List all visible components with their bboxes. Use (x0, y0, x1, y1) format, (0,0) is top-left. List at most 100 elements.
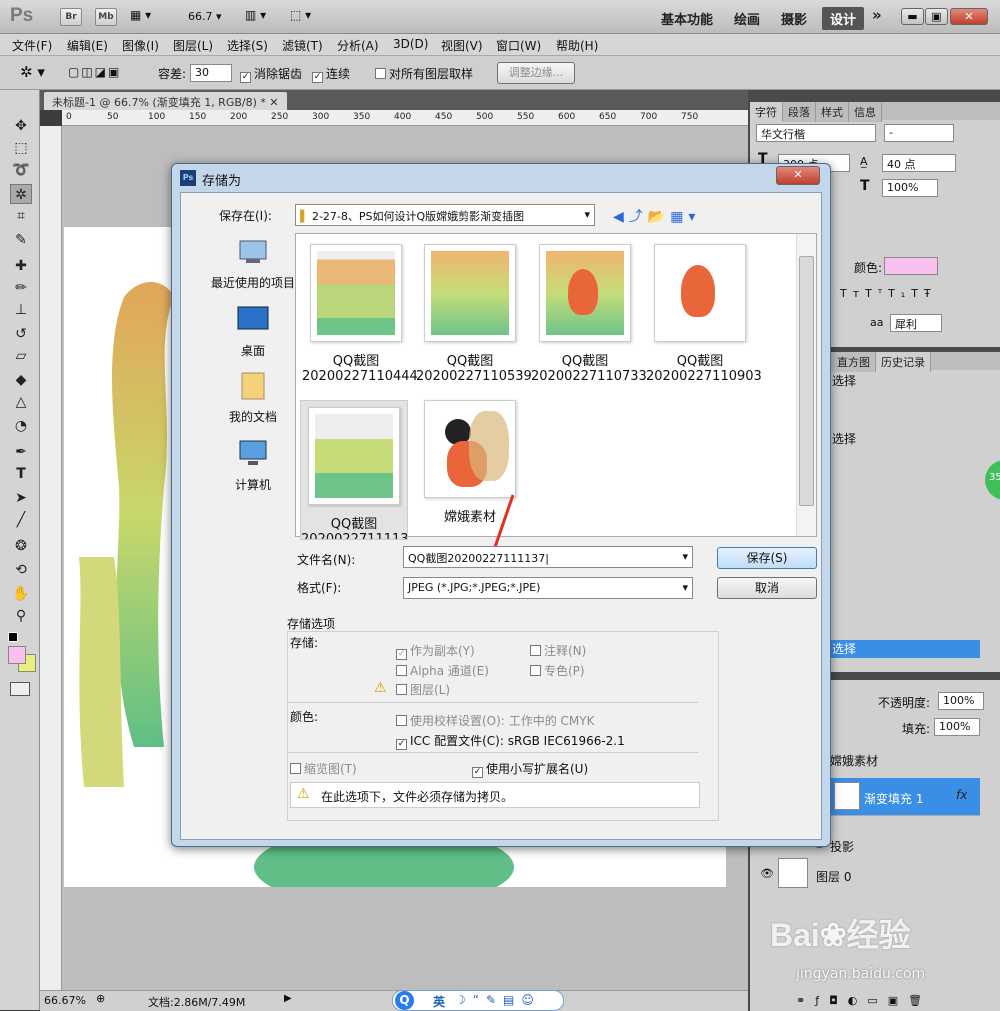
mini-bridge-button[interactable]: Mb (95, 8, 117, 26)
pen-tool-icon[interactable]: ✒ (10, 442, 32, 462)
healing-brush-tool-icon[interactable]: ✚ (10, 256, 32, 276)
nav-icons[interactable]: ◀⤴📂▦▾ (613, 206, 700, 226)
workspace-design[interactable]: 设计 (822, 7, 865, 30)
close-icon[interactable]: ✕ (950, 8, 988, 25)
dodge-tool-icon[interactable]: ◔ (10, 416, 32, 436)
effect-name[interactable]: 投影 (830, 838, 854, 855)
scrollbar-thumb[interactable] (799, 256, 814, 506)
menu-help[interactable]: 帮助(H) (556, 37, 598, 54)
history-brush-tool-icon[interactable]: ↺ (10, 324, 32, 344)
move-tool-icon[interactable]: ✥ (10, 116, 32, 136)
sample-all-checkbox[interactable]: 对所有图层取样 (375, 65, 473, 82)
screen-mode-icon[interactable]: ⬚ ▾ (290, 8, 311, 22)
refine-edge-button[interactable]: 调整边缘... (497, 62, 575, 84)
file-item[interactable]: QQ截图 20200227110444 (302, 244, 418, 384)
fill-input[interactable]: 100% (934, 718, 980, 736)
menu-file[interactable]: 文件(F) (12, 37, 52, 54)
zoom-select[interactable]: 66.7 ▾ (188, 10, 222, 23)
3d-orbit-tool-icon[interactable]: ⟲ (10, 560, 32, 580)
type-tool-icon[interactable]: T (10, 464, 32, 484)
spot-checkbox[interactable]: 专色(P) (530, 662, 585, 679)
layers-checkbox[interactable]: 图层(L) (396, 681, 450, 698)
ime-mode[interactable]: 英 (433, 993, 445, 1010)
layer-name[interactable]: 嫦娥素材 (830, 752, 878, 769)
save-in-select[interactable]: ▌ 2-27-8、PS如何设计Q版嫦娥剪影渐变插图 ▾ (295, 204, 595, 226)
bridge-button[interactable]: Br (60, 8, 82, 26)
file-item[interactable]: QQ截图 20200227110539 (416, 244, 532, 384)
place-documents[interactable]: 我的文档 (197, 369, 309, 425)
notes-checkbox[interactable]: 注释(N) (530, 642, 586, 659)
text-color-swatch[interactable] (884, 257, 938, 275)
foreground-color-swatch[interactable] (8, 646, 26, 664)
antialias-checkbox[interactable]: ✓ 消除锯齿 (240, 65, 302, 83)
layer-row-selected[interactable]: 渐变填充 1 fx (830, 778, 980, 816)
menu-edit[interactable]: 编辑(E) (67, 37, 108, 54)
tolerance-input[interactable]: 30 (190, 64, 232, 82)
path-selection-tool-icon[interactable]: ➤ (10, 488, 32, 508)
menu-window[interactable]: 窗口(W) (496, 37, 541, 54)
tab-histogram[interactable]: 直方图 (832, 352, 876, 372)
format-select[interactable]: JPEG (*.JPG;*.JPEG;*.JPE) ▾ (403, 577, 693, 599)
menu-select[interactable]: 选择(S) (227, 37, 268, 54)
proof-checkbox[interactable]: 使用校样设置(O): 工作中的 CMYK (396, 712, 594, 729)
ime-tool-icons[interactable]: ☽“✎▤☺ (455, 993, 541, 1007)
eye-icon[interactable]: 👁 (760, 867, 774, 880)
tab-history[interactable]: 历史记录 (876, 352, 931, 372)
blur-tool-icon[interactable]: △ (10, 392, 32, 412)
line-tool-icon[interactable]: ╱ (10, 510, 32, 530)
file-list-scrollbar[interactable] (796, 234, 816, 536)
file-item-selected[interactable]: QQ截图 20200227111137 (300, 400, 408, 540)
icc-checkbox[interactable]: ✓ ICC 配置文件(C): sRGB IEC61966-2.1 (396, 732, 625, 750)
save-button[interactable]: 保存(S) (717, 547, 817, 569)
quick-mask-icon[interactable] (10, 682, 30, 696)
menu-filter[interactable]: 滤镜(T) (282, 37, 323, 54)
menu-view[interactable]: 视图(V) (441, 37, 483, 54)
file-item[interactable]: QQ截图 20200227110903 (646, 244, 762, 384)
minimize-icon[interactable]: ▬ (901, 8, 924, 25)
layer-name[interactable]: 图层 0 (816, 868, 851, 885)
history-item[interactable]: 选择 (832, 430, 856, 447)
eyedropper-tool-icon[interactable]: ✎ (10, 230, 32, 250)
place-computer[interactable]: 计算机 (197, 437, 309, 493)
marquee-tool-icon[interactable]: ⬚ (10, 138, 32, 158)
view-extras-icon[interactable]: ▦ ▾ (130, 8, 151, 22)
status-arrow-icon[interactable]: ▶ (284, 993, 292, 1004)
file-item[interactable]: QQ截图 20200227110733 (531, 244, 647, 384)
tab-character[interactable]: 字符 (750, 102, 783, 122)
workspace-painting[interactable]: 绘画 (734, 9, 760, 28)
maximize-icon[interactable]: ▣ (925, 8, 948, 25)
ime-logo-icon[interactable]: Q (395, 991, 414, 1010)
lowercase-checkbox[interactable]: ✓ 使用小写扩展名(U) (472, 760, 588, 778)
place-desktop[interactable]: 桌面 (197, 303, 309, 359)
alpha-checkbox[interactable]: Alpha 通道(E) (396, 662, 489, 679)
crop-tool-icon[interactable]: ⌗ (10, 206, 32, 226)
more-workspaces-icon[interactable]: » (872, 6, 882, 24)
history-item[interactable]: 选择 (832, 372, 856, 389)
layer-actions-icons[interactable]: ⚭ƒ◘◐▭▣🗑 (796, 994, 932, 1007)
menu-image[interactable]: 图像(I) (122, 37, 159, 54)
eraser-tool-icon[interactable]: ▱ (10, 346, 32, 366)
brush-tool-icon[interactable]: ✏ (10, 278, 32, 298)
paint-bucket-tool-icon[interactable]: ◆ (10, 370, 32, 390)
as-copy-checkbox[interactable]: ✓ 作为副本(Y) (396, 642, 475, 660)
vertical-scale-input[interactable]: 100% (882, 179, 938, 197)
opacity-input[interactable]: 100% (938, 692, 984, 710)
zoom-level[interactable]: 66.67% (44, 994, 86, 1007)
arrange-documents-icon[interactable]: ▥ ▾ (245, 8, 266, 22)
zoom-tool-icon[interactable]: ⚲ (10, 606, 32, 626)
status-icon[interactable]: ⊕ (96, 992, 105, 1005)
magic-wand-preset-icon[interactable]: ✲ ▾ (20, 63, 45, 81)
cancel-button[interactable]: 取消 (717, 577, 817, 599)
dialog-close-icon[interactable]: ✕ (776, 166, 820, 185)
magic-wand-tool-icon[interactable]: ✲ (10, 184, 32, 204)
antialias-select[interactable]: 犀利 (890, 314, 942, 332)
tab-info[interactable]: 信息 (849, 102, 882, 122)
place-recent[interactable]: 最近使用的项目 (197, 235, 309, 291)
document-tab[interactable]: 未标题-1 @ 66.7% (渐变填充 1, RGB/8) * ✕ (44, 92, 287, 110)
selection-mode-icons[interactable]: ▢◫◪▣ (68, 65, 121, 79)
font-style-select[interactable]: - (884, 124, 954, 142)
hand-tool-icon[interactable]: ✋ (10, 584, 32, 604)
menu-analysis[interactable]: 分析(A) (337, 37, 379, 54)
tab-paragraph[interactable]: 段落 (783, 102, 816, 122)
menu-layer[interactable]: 图层(L) (173, 37, 213, 54)
